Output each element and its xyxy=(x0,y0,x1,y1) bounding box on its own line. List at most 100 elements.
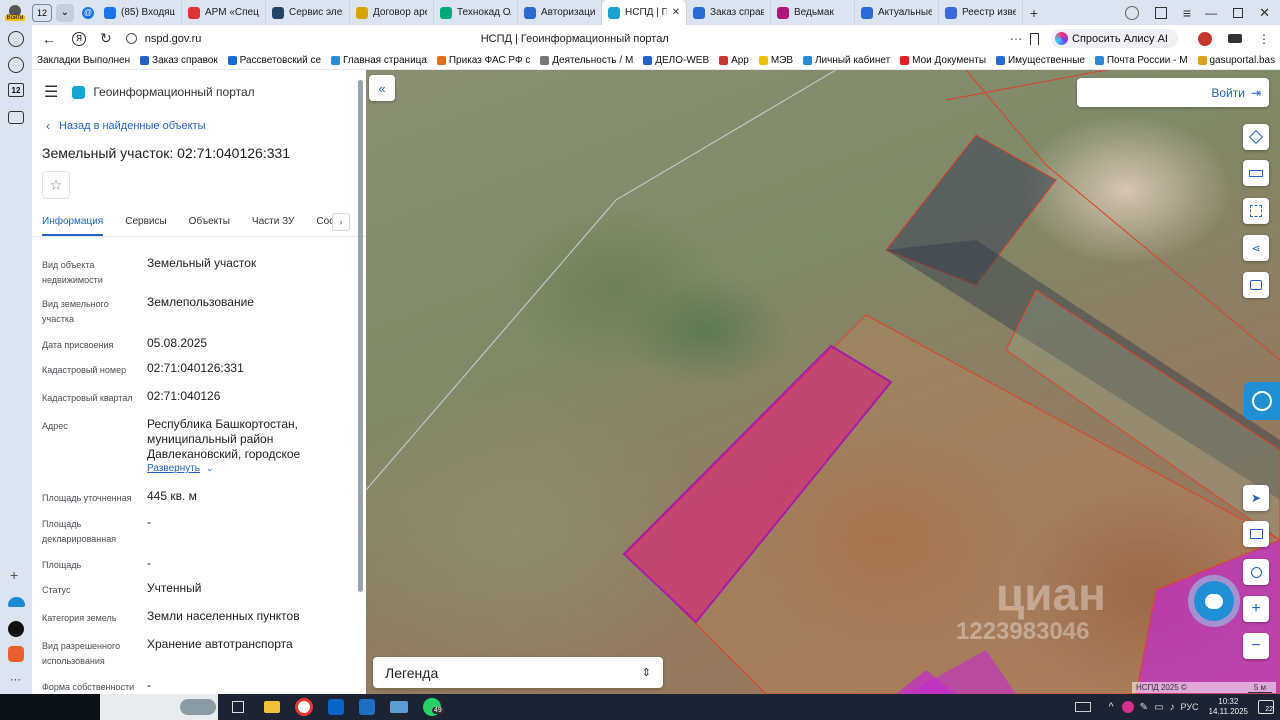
bookmark-item[interactable]: Заказ справок xyxy=(135,55,223,66)
volume-icon[interactable]: ♪ xyxy=(1170,702,1175,713)
panel-tab[interactable]: Части ЗУ xyxy=(252,210,294,236)
history-icon[interactable] xyxy=(8,31,24,47)
lync-icon[interactable] xyxy=(359,699,375,715)
extension-icon[interactable] xyxy=(1198,31,1212,46)
more-icon[interactable]: ⋯ xyxy=(10,673,21,686)
yandex-icon[interactable]: Я xyxy=(72,31,86,46)
ruler-button[interactable] xyxy=(1243,160,1269,186)
file-explorer-icon[interactable] xyxy=(264,701,280,713)
profile-icon[interactable] xyxy=(1124,5,1139,20)
bookmark-icon[interactable] xyxy=(1030,32,1040,45)
weather-icon[interactable] xyxy=(8,597,25,607)
browser-tab[interactable]: (85) Входящие xyxy=(98,0,182,25)
bookmark-item[interactable]: Рассветовский се xyxy=(223,55,326,66)
add-panel-icon[interactable]: + xyxy=(10,567,18,583)
collapse-panel-button[interactable]: « xyxy=(369,75,395,101)
clock[interactable]: 10:32 14.11.2025 xyxy=(1209,697,1248,717)
locate-button[interactable]: ➤ xyxy=(1243,485,1269,511)
panel-tab[interactable]: Информация xyxy=(42,210,104,236)
language-indicator[interactable]: РУС xyxy=(1181,702,1199,712)
panel-tab[interactable]: Объекты xyxy=(189,210,230,236)
favorite-button[interactable]: ☆ xyxy=(42,171,70,199)
alice-button[interactable]: Спросить Алису AI xyxy=(1051,29,1178,48)
bookmark-item[interactable]: Имущественные xyxy=(991,55,1090,66)
tab-list-chevron-icon[interactable]: ⌄ xyxy=(56,3,74,22)
minimap-button[interactable] xyxy=(1243,521,1269,547)
assistant-button[interactable] xyxy=(1244,382,1280,420)
map-login-button[interactable]: Войти ⇥ xyxy=(1077,78,1269,107)
panel-scrollbar[interactable] xyxy=(358,80,363,592)
keyboard-icon[interactable] xyxy=(1074,702,1091,712)
browser-tab[interactable]: Заказ справок xyxy=(687,0,771,25)
menu-icon[interactable]: ≡ xyxy=(1183,5,1191,21)
bookmark-item[interactable]: ДЕЛО-WEB xyxy=(638,55,714,66)
pen-icon[interactable]: ✎ xyxy=(1140,702,1148,713)
bookmark-item[interactable]: Личный кабинет xyxy=(798,55,895,66)
legend-dropdown[interactable]: Легенда ⇕ xyxy=(373,657,663,688)
yandex-browser-icon[interactable] xyxy=(295,698,313,716)
browser-tab[interactable]: Реестр извещений xyxy=(939,0,1023,25)
url-field[interactable]: nspd.gov.ru xyxy=(145,33,325,45)
browser-tab[interactable]: Технокад ОАнлайн xyxy=(434,0,518,25)
bookmark-item[interactable]: App xyxy=(714,55,754,66)
new-tab-button[interactable]: + xyxy=(1023,5,1045,21)
bookmark-item[interactable]: Главная страница xyxy=(326,55,432,66)
bookmark-item[interactable]: Деятельность / М xyxy=(535,55,638,66)
more-options-icon[interactable]: ⋯ xyxy=(1010,32,1022,46)
search-widget[interactable] xyxy=(100,694,218,720)
hamburger-menu-icon[interactable]: ☰ xyxy=(44,82,58,102)
zoom-in-button[interactable]: + xyxy=(1243,596,1269,622)
minimize-button[interactable]: — xyxy=(1205,6,1217,20)
browser-tab[interactable]: Авторизация xyxy=(518,0,602,25)
restore-button[interactable] xyxy=(1233,7,1244,18)
map-view[interactable]: « Войти ⇥ ⋖ ➤ + − циан 1223983046 Легенд… xyxy=(366,70,1280,694)
site-info-icon[interactable] xyxy=(125,33,137,44)
close-tab-icon[interactable]: ✕ xyxy=(672,7,680,18)
expand-link[interactable]: Развернуть ⌄ xyxy=(147,463,214,474)
browser-tab[interactable]: Актуальные xyxy=(855,0,939,25)
browser-tab[interactable]: АРМ «Специалист» xyxy=(182,0,266,25)
share-button[interactable]: ⋖ xyxy=(1243,235,1269,261)
store-icon[interactable] xyxy=(8,646,24,662)
back-arrow-icon[interactable]: ← xyxy=(42,31,56,47)
browser-tab[interactable]: Договор аренды xyxy=(350,0,434,25)
collections-icon[interactable] xyxy=(1154,6,1167,19)
tray-chevron-icon[interactable]: ^ xyxy=(1109,701,1114,713)
notification-center[interactable]: 22 xyxy=(1258,700,1274,714)
select-area-button[interactable] xyxy=(1243,198,1269,224)
calendar-icon[interactable]: 12 xyxy=(8,83,24,97)
bookmark-item[interactable]: Почта России - М xyxy=(1090,55,1193,66)
bookmark-item[interactable]: МЭВ xyxy=(754,55,798,66)
bookmark-item[interactable]: Приказ ФАС РФ с xyxy=(432,55,535,66)
app-icon[interactable] xyxy=(8,621,24,637)
panel-tab[interactable]: Сервисы xyxy=(125,210,166,236)
zoom-out-button[interactable]: − xyxy=(1243,633,1269,659)
scanner-icon[interactable] xyxy=(390,701,408,713)
task-view-icon[interactable] xyxy=(232,701,244,713)
geo-search-button[interactable] xyxy=(1243,559,1269,585)
reload-icon[interactable]: ↻ xyxy=(100,30,112,47)
whatsapp-icon[interactable]: 49 xyxy=(423,698,444,716)
kaspersky-icon[interactable] xyxy=(1121,701,1134,713)
download-icon[interactable] xyxy=(1228,34,1242,43)
back-to-results-link[interactable]: ‹ Назад в найденные объекты xyxy=(46,119,206,133)
outlook-icon[interactable] xyxy=(328,699,344,715)
play-icon[interactable] xyxy=(8,57,24,73)
bookmark-item[interactable]: Мои Документы xyxy=(895,55,991,66)
bookmark-item[interactable]: Закладки Выполнен xyxy=(32,55,135,66)
close-window-button[interactable]: ✕ xyxy=(1259,5,1270,21)
chat-button[interactable] xyxy=(1188,575,1240,627)
camera-icon[interactable] xyxy=(8,111,24,124)
browser-tab[interactable]: Сервис электронных xyxy=(266,0,350,25)
pinned-tab-mail[interactable]: @ xyxy=(78,6,98,19)
print-button[interactable] xyxy=(1243,272,1269,298)
browser-tab[interactable]: НСПД | Геоинф ✕ xyxy=(602,0,687,25)
profile-avatar[interactable]: Войти xyxy=(0,0,30,25)
layers-button[interactable] xyxy=(1243,124,1269,150)
tab-counter-button[interactable]: 12 xyxy=(32,3,52,22)
kebab-menu-icon[interactable]: ⋮ xyxy=(1258,32,1270,46)
tabs-scroll-right-button[interactable]: › xyxy=(332,213,350,231)
bookmark-item[interactable]: gasuportal.bas xyxy=(1193,55,1280,66)
browser-tab[interactable]: Ведьмак xyxy=(771,0,855,25)
network-icon[interactable]: ▭ xyxy=(1154,702,1163,713)
